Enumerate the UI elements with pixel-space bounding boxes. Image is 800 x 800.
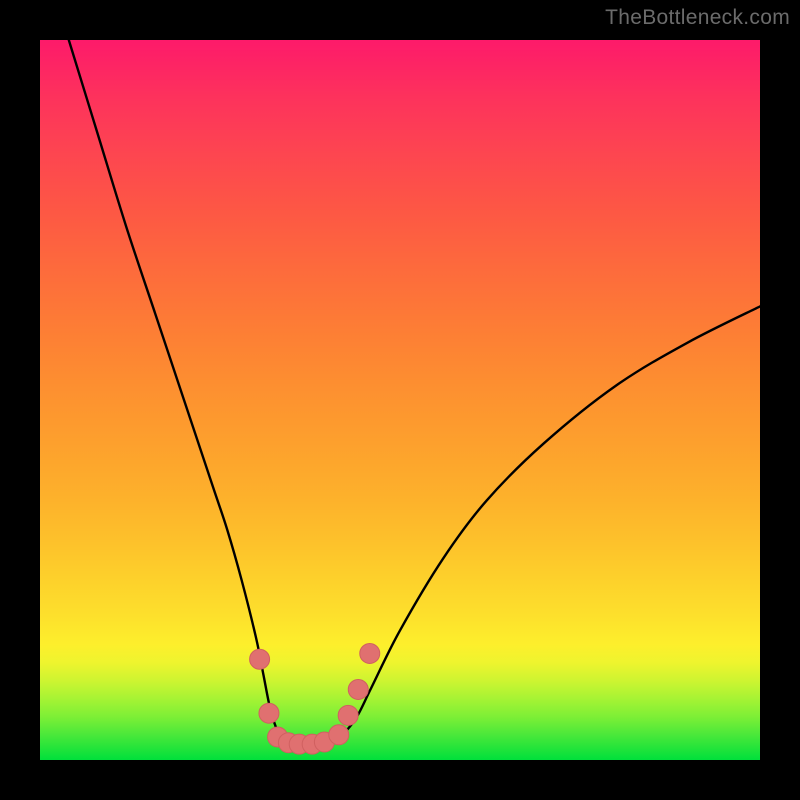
highlight-marker: [348, 679, 368, 699]
highlight-marker: [250, 649, 270, 669]
watermark-label: TheBottleneck.com: [605, 6, 790, 30]
highlight-marker: [259, 703, 279, 723]
plot-area: [40, 40, 760, 760]
chart-svg: [40, 40, 760, 760]
highlight-marker: [329, 725, 349, 745]
highlight-marker: [360, 643, 380, 663]
highlight-marker: [338, 705, 358, 725]
chart-frame: TheBottleneck.com: [0, 0, 800, 800]
bottleneck-curve: [69, 40, 760, 746]
